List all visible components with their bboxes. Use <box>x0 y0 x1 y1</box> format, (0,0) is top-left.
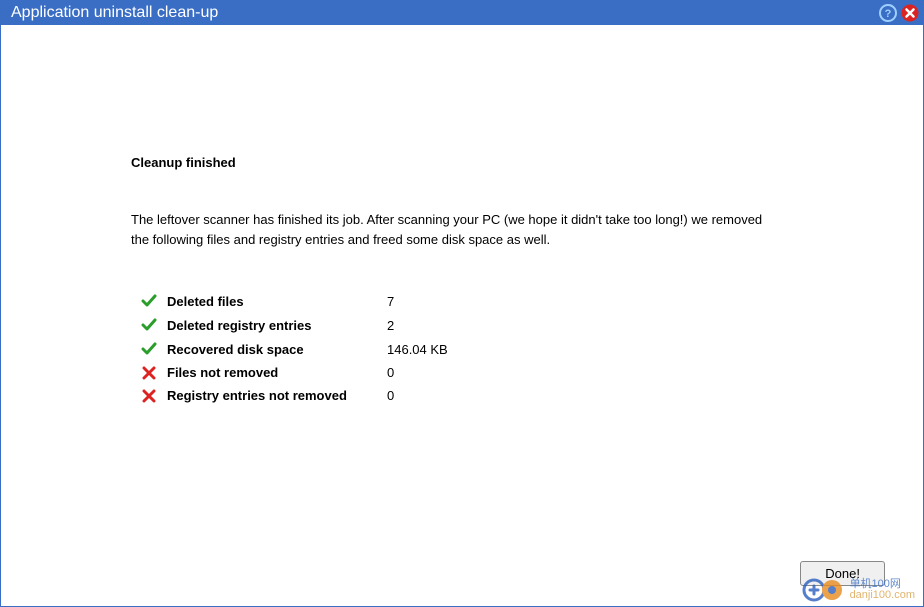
cleanup-stats-table: Deleted files 7 Deleted registry entries… <box>131 289 448 407</box>
page-heading: Cleanup finished <box>131 155 923 170</box>
titlebar: Application uninstall clean-up ? <box>1 1 923 25</box>
stat-row: Files not removed 0 <box>131 361 448 384</box>
content-area: Cleanup finished The leftover scanner ha… <box>1 25 923 606</box>
stat-label: Files not removed <box>167 361 387 384</box>
check-icon <box>131 317 167 333</box>
stat-value: 2 <box>387 313 448 337</box>
cross-icon <box>131 366 167 380</box>
close-button[interactable] <box>901 4 919 22</box>
help-button[interactable]: ? <box>879 4 897 22</box>
stat-row: Deleted files 7 <box>131 289 448 313</box>
stat-label: Recovered disk space <box>167 337 387 361</box>
help-icon: ? <box>879 4 897 22</box>
watermark-line2: danji100.com <box>850 590 915 601</box>
cross-icon <box>131 389 167 403</box>
svg-text:?: ? <box>885 8 892 20</box>
check-icon <box>131 293 167 309</box>
stat-value: 146.04 KB <box>387 337 448 361</box>
stat-row: Recovered disk space 146.04 KB <box>131 337 448 361</box>
stat-row: Registry entries not removed 0 <box>131 384 448 407</box>
stat-row: Deleted registry entries 2 <box>131 313 448 337</box>
check-icon <box>131 341 167 357</box>
stat-label: Deleted registry entries <box>167 313 387 337</box>
window-title: Application uninstall clean-up <box>11 4 875 22</box>
description-text: The leftover scanner has finished its jo… <box>131 210 781 249</box>
close-icon <box>901 4 919 22</box>
stat-label: Deleted files <box>167 289 387 313</box>
stat-value: 0 <box>387 384 448 407</box>
stat-value: 7 <box>387 289 448 313</box>
done-button[interactable]: Done! <box>800 561 885 586</box>
stat-value: 0 <box>387 361 448 384</box>
stat-label: Registry entries not removed <box>167 384 387 407</box>
